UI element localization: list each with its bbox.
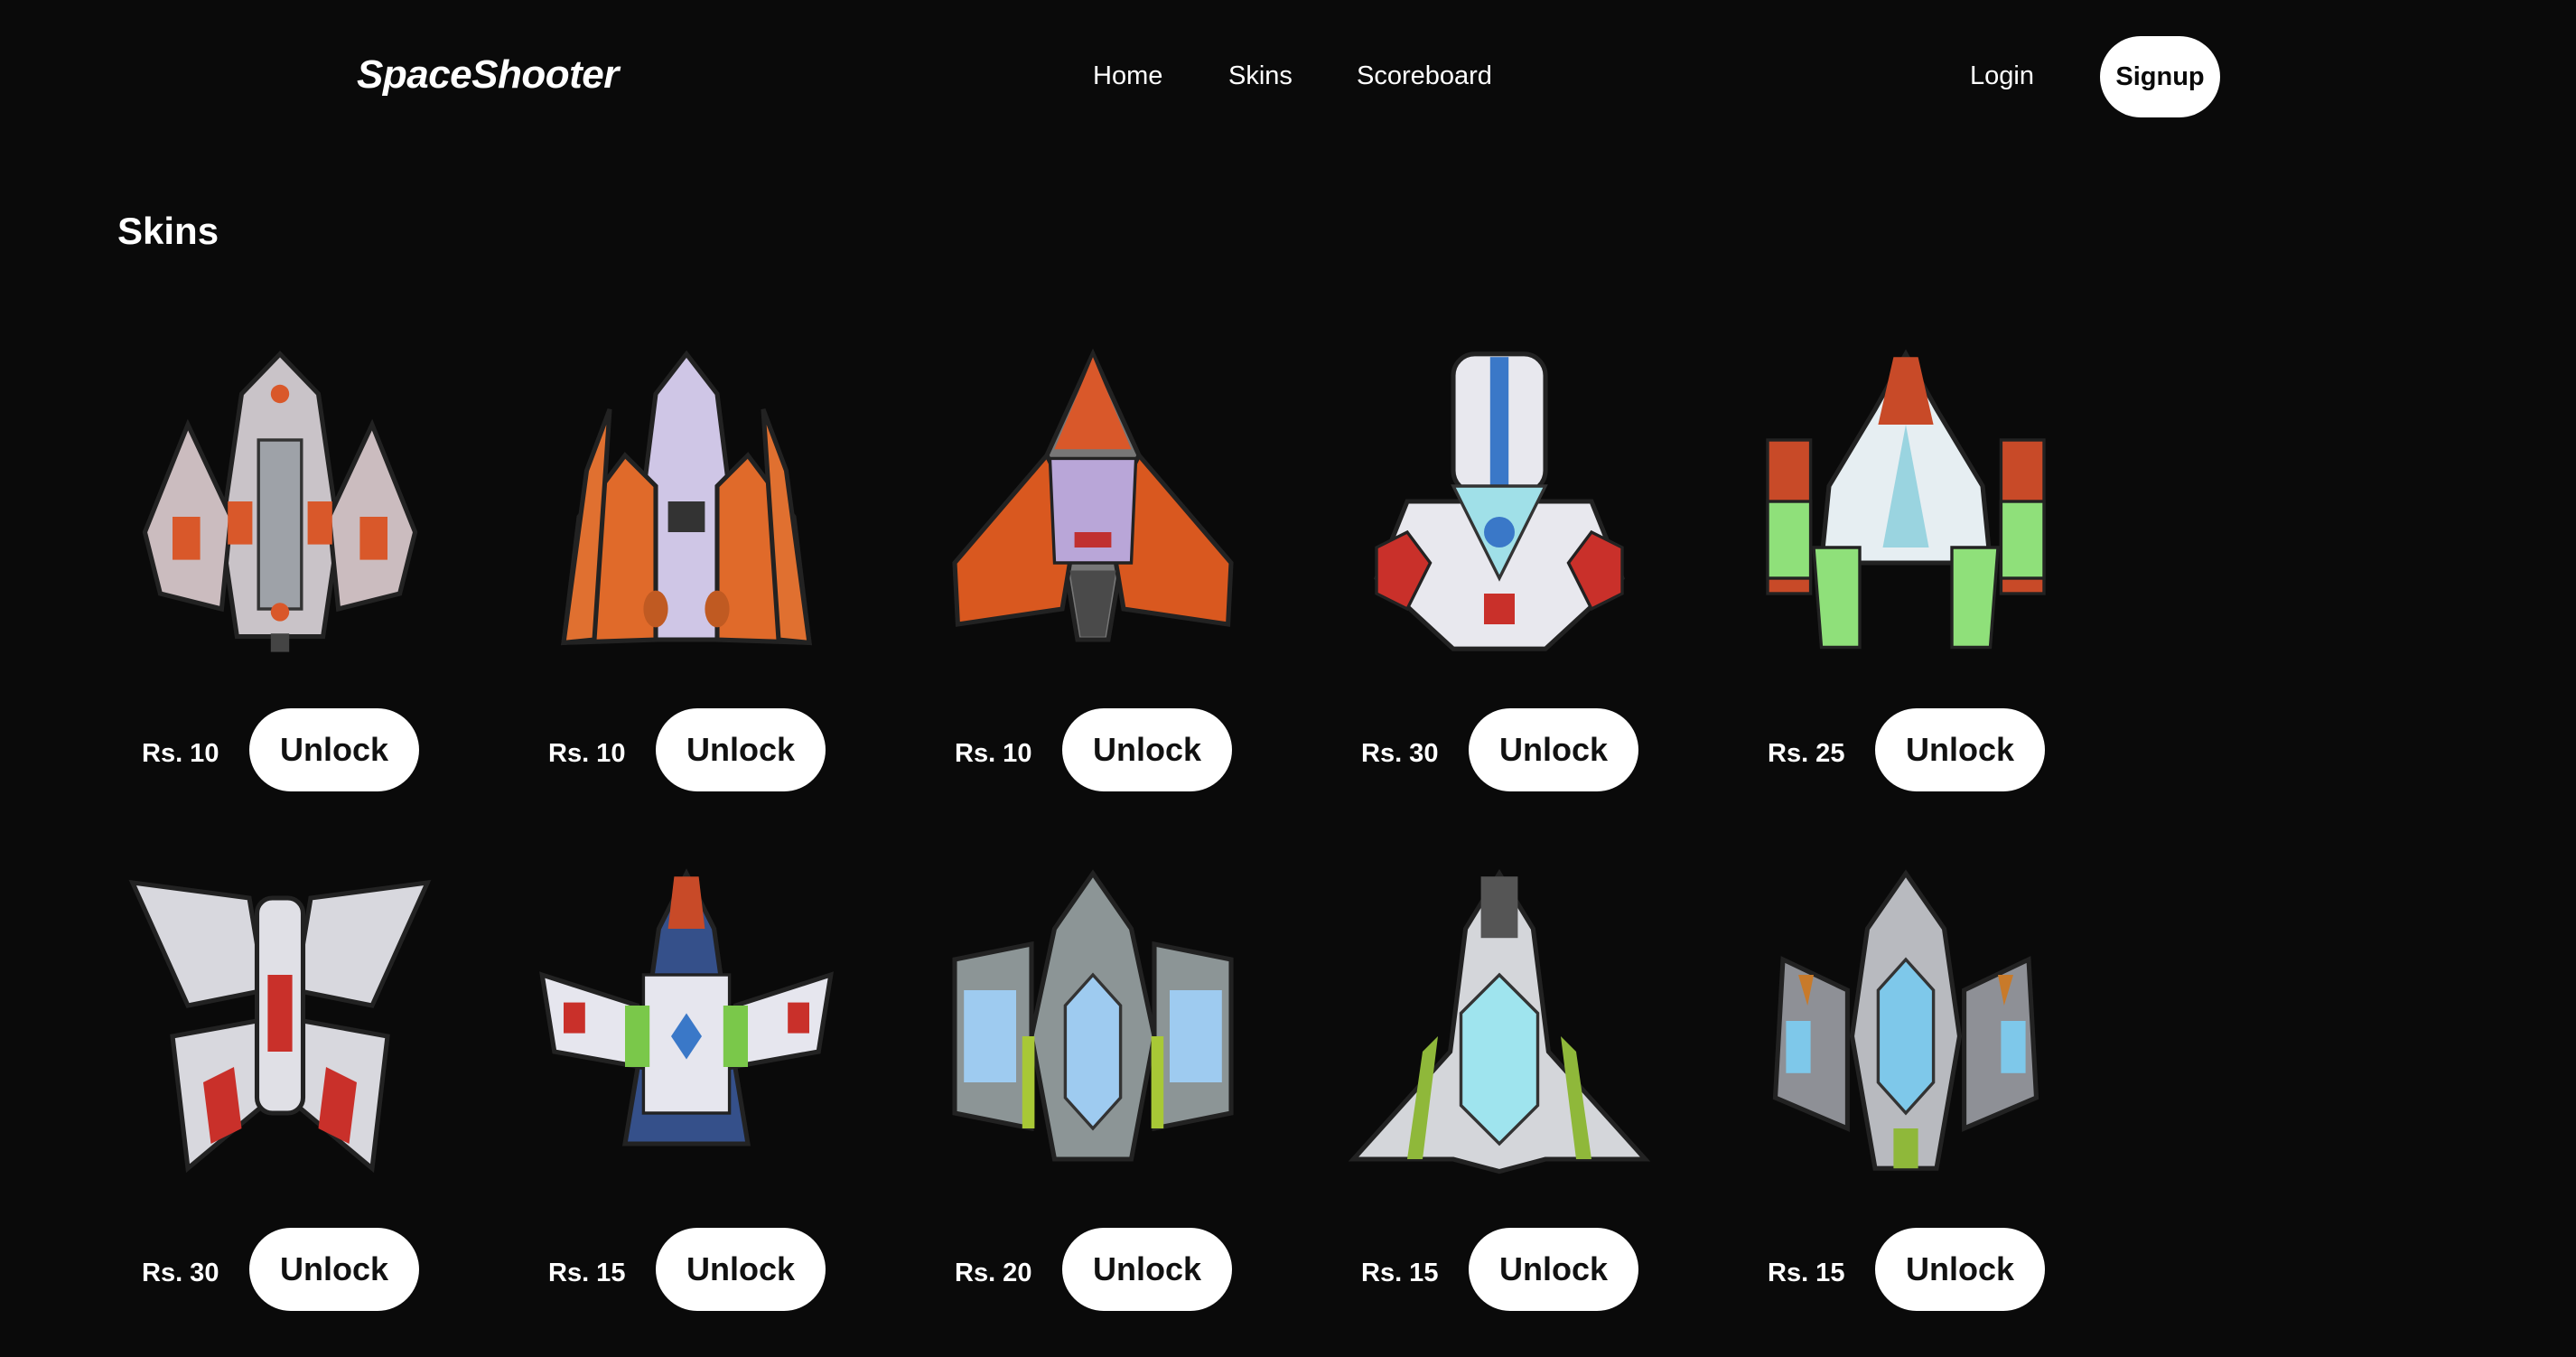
- unlock-button[interactable]: Unlock: [249, 1228, 419, 1311]
- unlock-button[interactable]: Unlock: [656, 708, 826, 791]
- ship-4-icon: [1337, 334, 1662, 669]
- skin-card: Rs. 30 Unlock: [1337, 334, 1662, 813]
- price-label: Rs. 30: [142, 1259, 219, 1287]
- unlock-button[interactable]: Unlock: [1062, 708, 1232, 791]
- price-label: Rs. 15: [548, 1259, 626, 1287]
- unlock-button[interactable]: Unlock: [1469, 708, 1638, 791]
- unlock-button[interactable]: Unlock: [1875, 708, 2045, 791]
- price-label: Rs. 20: [955, 1259, 1032, 1287]
- ship-3-icon: [930, 334, 1255, 669]
- ship-5-icon: [1743, 334, 2068, 669]
- ship-10-icon: [1743, 854, 2068, 1188]
- skin-card: Rs. 10 Unlock: [930, 334, 1255, 813]
- ship-9-icon: [1337, 854, 1662, 1188]
- price-label: Rs. 30: [1361, 739, 1439, 768]
- skin-card: Rs. 10 Unlock: [524, 334, 849, 813]
- logo[interactable]: SpaceShooter: [357, 52, 619, 98]
- skin-card: Rs. 15 Unlock: [524, 854, 849, 1333]
- skins-page: SpaceShooter Home Skins Scoreboard Login…: [0, 0, 2576, 1357]
- nav-skins[interactable]: Skins: [1228, 61, 1293, 91]
- unlock-button[interactable]: Unlock: [656, 1228, 826, 1311]
- nav-home[interactable]: Home: [1093, 61, 1162, 91]
- ship-8-icon: [930, 854, 1255, 1188]
- unlock-button[interactable]: Unlock: [249, 708, 419, 791]
- price-label: Rs. 10: [548, 739, 626, 768]
- login-link[interactable]: Login: [1970, 61, 2034, 91]
- price-label: Rs. 10: [142, 739, 219, 768]
- skin-card: Rs. 15 Unlock: [1337, 854, 1662, 1333]
- skin-card: Rs. 20 Unlock: [930, 854, 1255, 1333]
- price-label: Rs. 10: [955, 739, 1032, 768]
- ship-1-icon: [117, 334, 443, 669]
- unlock-button[interactable]: Unlock: [1469, 1228, 1638, 1311]
- ship-2-icon: [524, 334, 849, 669]
- skin-card: Rs. 10 Unlock: [117, 334, 443, 813]
- price-label: Rs. 25: [1768, 739, 1845, 768]
- skin-card: Rs. 25 Unlock: [1743, 334, 2068, 813]
- unlock-button[interactable]: Unlock: [1062, 1228, 1232, 1311]
- skin-card: Rs. 15 Unlock: [1743, 854, 2068, 1333]
- nav-scoreboard[interactable]: Scoreboard: [1357, 61, 1492, 91]
- section-title: Skins: [117, 210, 219, 252]
- price-label: Rs. 15: [1361, 1259, 1439, 1287]
- ship-6-icon: [117, 854, 443, 1188]
- signup-button[interactable]: Signup: [2100, 36, 2220, 117]
- ship-7-icon: [524, 854, 849, 1188]
- skin-card: Rs. 30 Unlock: [117, 854, 443, 1333]
- price-label: Rs. 15: [1768, 1259, 1845, 1287]
- unlock-button[interactable]: Unlock: [1875, 1228, 2045, 1311]
